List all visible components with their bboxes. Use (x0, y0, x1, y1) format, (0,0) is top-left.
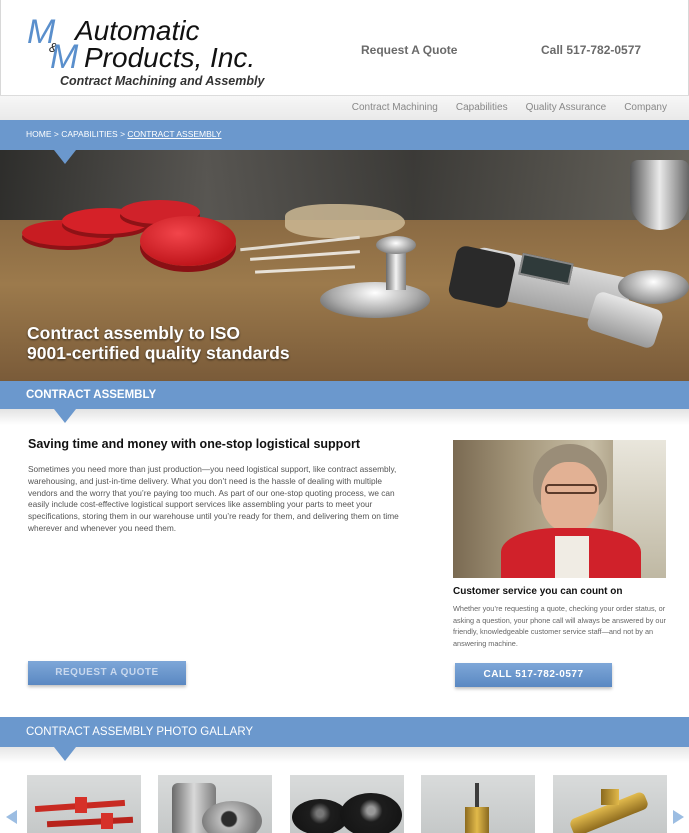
hero-chrome-goblet (618, 270, 689, 304)
gallery-title: CONTRACT ASSEMBLY PHOTO GALLARY (26, 726, 254, 738)
gallery-thumbnail[interactable] (27, 775, 141, 833)
breadcrumb-current[interactable]: CONTRACT ASSEMBLY (127, 129, 221, 139)
hero-chrome-part (376, 236, 416, 254)
gallery-thumbnail[interactable] (553, 775, 667, 833)
section-header-bar: CONTRACT ASSEMBLY (0, 381, 689, 409)
section-shadow (0, 409, 689, 425)
hero-banner: Contract assembly to ISO 9001-certified … (0, 150, 689, 381)
sidebar-heading: Customer service you can count on (453, 586, 623, 597)
breadcrumb: HOME > CAPABILITIES > CONTRACT ASSEMBLY (26, 129, 222, 139)
gallery-header-bar: CONTRACT ASSEMBLY PHOTO GALLARY (0, 717, 689, 747)
hero-cloth (285, 204, 405, 238)
main-nav: Contract Machining Capabilities Quality … (0, 95, 689, 120)
thumb-black-part (340, 793, 402, 833)
breadcrumb-separator: > (117, 129, 128, 139)
gallery-thumbnail[interactable] (290, 775, 404, 833)
gallery-pointer (54, 747, 76, 761)
thumb-red-rod (46, 816, 134, 828)
company-logo[interactable]: M & M Automatic Products, Inc. Contract … (27, 15, 277, 90)
hero-caption: Contract assembly to ISO 9001-certified … (27, 323, 290, 363)
main-body-text: Sometimes you need more than just produc… (28, 464, 399, 533)
gallery-next-arrow-icon[interactable] (673, 810, 684, 824)
breadcrumb-capabilities[interactable]: CAPABILITIES (61, 129, 118, 139)
thumb-red-part (75, 797, 87, 813)
photo-glasses (545, 484, 597, 494)
hero-caption-line1: Contract assembly to ISO (27, 323, 240, 343)
hero-chrome-goblet (630, 160, 689, 230)
nav-item-capabilities[interactable]: Capabilities (456, 102, 508, 113)
nav-item-quality-assurance[interactable]: Quality Assurance (526, 102, 607, 113)
breadcrumb-separator: > (51, 129, 62, 139)
breadcrumb-pointer (54, 150, 76, 164)
thumb-red-part (101, 813, 113, 829)
logo-tagline: Contract Machining and Assembly (60, 74, 265, 88)
nav-item-contract-machining[interactable]: Contract Machining (352, 102, 438, 113)
logo-name-line2: Products, Inc. (84, 42, 256, 73)
request-quote-button[interactable]: REQUEST A QUOTE (28, 661, 186, 685)
thumb-metal-cylinder (202, 801, 262, 833)
thumb-brass-shaft (475, 783, 479, 809)
photo-face (541, 462, 599, 532)
gallery-thumbnail[interactable] (158, 775, 272, 833)
breadcrumb-bar: HOME > CAPABILITIES > CONTRACT ASSEMBLY (0, 120, 689, 150)
section-pointer (54, 409, 76, 423)
nav-item-company[interactable]: Company (624, 102, 667, 113)
section-title: CONTRACT ASSEMBLY (26, 389, 157, 401)
hero-red-part (140, 216, 236, 266)
thumb-brass-assembly (601, 789, 619, 805)
header-request-quote-link[interactable]: Request A Quote (361, 43, 457, 57)
main-heading: Saving time and money with one-stop logi… (28, 437, 360, 451)
site-header: M & M Automatic Products, Inc. Contract … (0, 0, 689, 95)
customer-service-photo (453, 440, 666, 578)
hero-chrome-part (320, 282, 430, 318)
call-button[interactable]: CALL 517-782-0577 (455, 663, 612, 687)
thumb-brass-body (465, 807, 489, 833)
gallery-thumbnail[interactable] (421, 775, 535, 833)
hero-caption-line2: 9001-certified quality standards (27, 343, 290, 363)
sidebar-body-text: Whether you’re requesting a quote, check… (453, 604, 666, 648)
gallery-prev-arrow-icon[interactable] (6, 810, 17, 824)
header-phone-link[interactable]: Call 517-782-0577 (541, 43, 641, 57)
photo-shirt (555, 536, 589, 578)
gallery-shadow (0, 747, 689, 763)
breadcrumb-home[interactable]: HOME (26, 129, 52, 139)
